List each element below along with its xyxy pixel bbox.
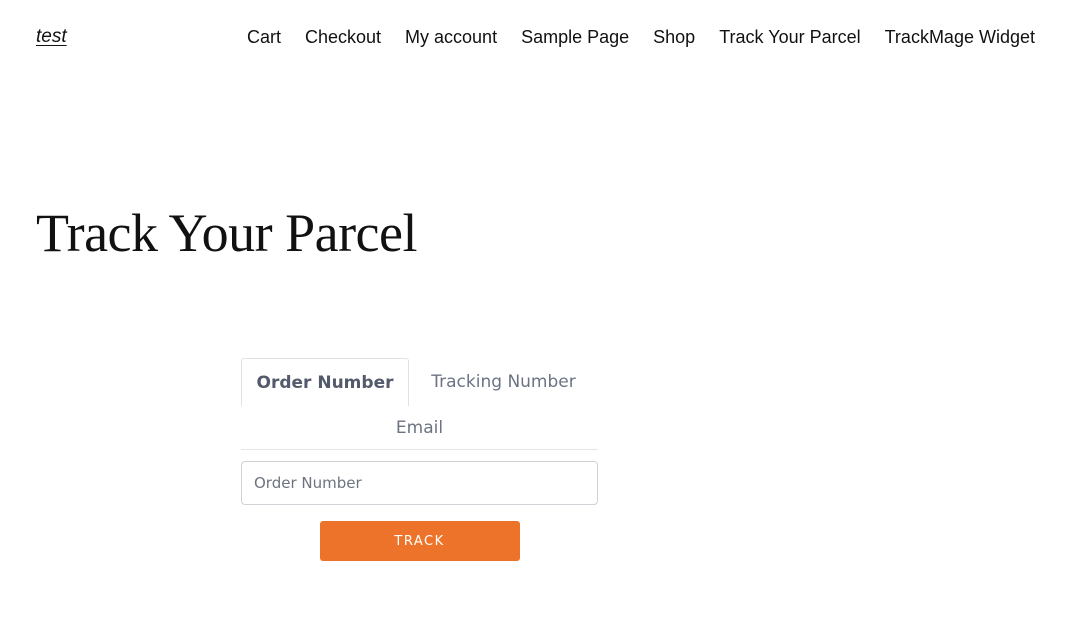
nav-link-track-your-parcel[interactable]: Track Your Parcel (719, 25, 860, 49)
nav-link-cart[interactable]: Cart (247, 25, 281, 49)
nav-link-trackmage-widget[interactable]: TrackMage Widget (885, 25, 1035, 49)
nav-link-my-account[interactable]: My account (405, 25, 497, 49)
nav-link-sample-page[interactable]: Sample Page (521, 25, 629, 49)
tracking-tabs: Order Number Tracking Number Email (241, 358, 598, 450)
tab-tracking-number[interactable]: Tracking Number (409, 358, 598, 406)
tab-order-number[interactable]: Order Number (241, 358, 409, 406)
nav-link-checkout[interactable]: Checkout (305, 25, 381, 49)
site-title-link[interactable]: test (36, 25, 67, 49)
track-button[interactable]: TRACK (319, 521, 520, 561)
order-number-input[interactable] (241, 461, 598, 505)
site-header: test Cart Checkout My account Sample Pag… (0, 0, 1085, 76)
page-title: Track Your Parcel (36, 203, 418, 263)
tab-email[interactable]: Email (241, 417, 598, 439)
tracking-widget: Order Number Tracking Number Email TRACK (241, 358, 598, 561)
main-navigation: Cart Checkout My account Sample Page Sho… (247, 25, 1035, 49)
nav-link-shop[interactable]: Shop (653, 25, 695, 49)
